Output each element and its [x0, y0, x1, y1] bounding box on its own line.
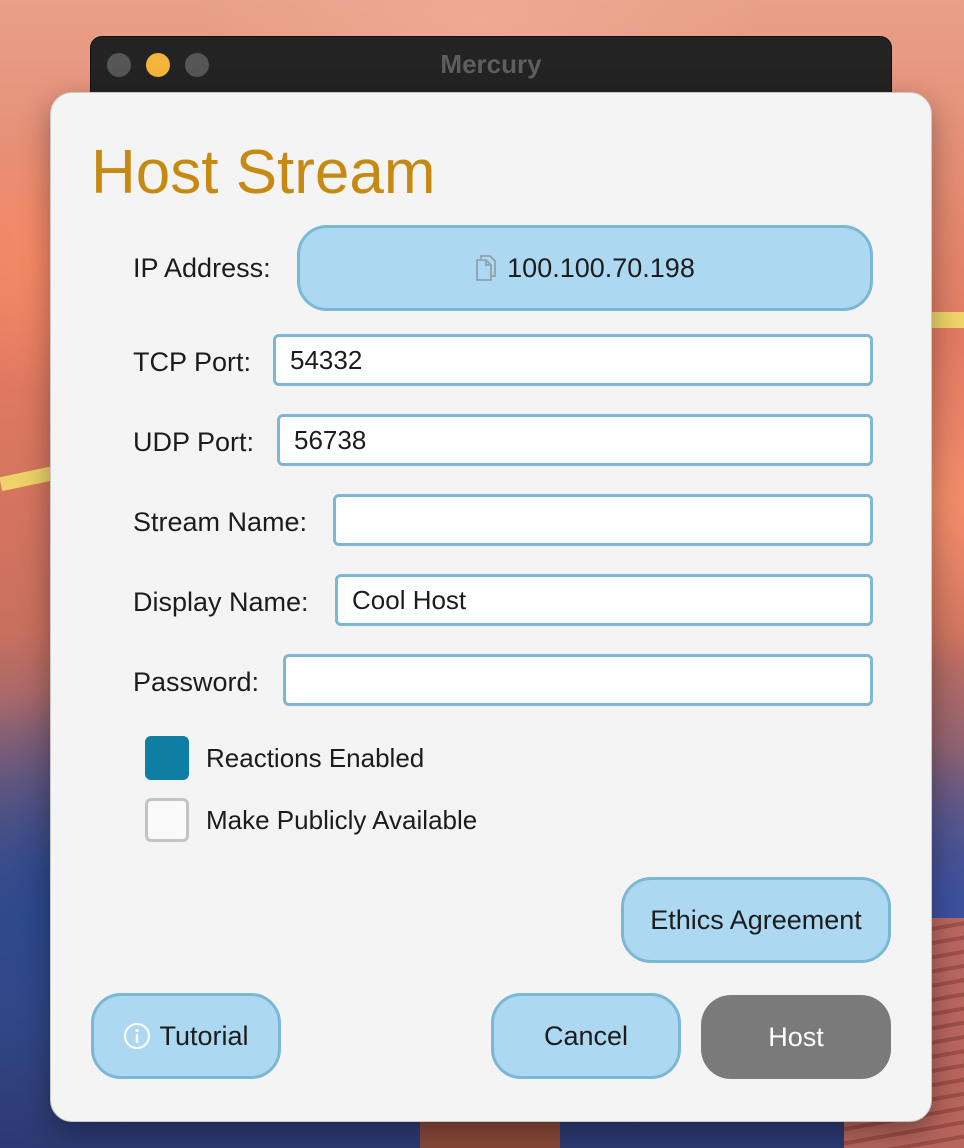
display-name-label: Display Name: [133, 587, 309, 617]
window-title: Mercury [440, 49, 542, 79]
info-icon [124, 1023, 151, 1049]
make-public-checkbox[interactable] [145, 798, 189, 842]
tcp-port-input[interactable] [273, 334, 873, 386]
stream-name-input[interactable] [333, 494, 873, 546]
display-name-input[interactable] [335, 574, 873, 626]
copy-icon [476, 255, 497, 281]
make-public-label: Make Publicly Available [206, 804, 478, 835]
udp-port-input[interactable] [277, 414, 873, 466]
ethics-agreement-button[interactable]: Ethics Agreement [621, 877, 891, 963]
reactions-enabled-row[interactable]: Reactions Enabled [145, 736, 424, 780]
host-label: Host [768, 1021, 824, 1052]
password-input[interactable] [283, 654, 873, 706]
ip-address-value: 100.100.70.198 [507, 252, 695, 283]
ethics-agreement-label: Ethics Agreement [650, 904, 862, 935]
reactions-enabled-checkbox[interactable] [145, 736, 189, 780]
background-roof [420, 1118, 560, 1148]
cancel-button[interactable]: Cancel [491, 993, 681, 1079]
host-stream-dialog: Host Stream IP Address: 100.100.70.198 T… [50, 92, 932, 1122]
dialog-title: Host Stream [91, 138, 436, 207]
host-button[interactable]: Host [701, 995, 891, 1079]
tcp-port-label: TCP Port: [133, 347, 252, 377]
make-public-row[interactable]: Make Publicly Available [145, 798, 477, 842]
tutorial-button[interactable]: Tutorial [91, 993, 281, 1079]
udp-port-label: UDP Port: [133, 427, 255, 457]
ip-address-label: IP Address: [133, 253, 271, 283]
stream-name-label: Stream Name: [133, 507, 308, 537]
tutorial-label: Tutorial [159, 1020, 249, 1051]
copy-ip-button[interactable]: 100.100.70.198 [297, 225, 873, 311]
reactions-enabled-label: Reactions Enabled [206, 742, 425, 773]
cancel-label: Cancel [543, 1020, 629, 1051]
password-label: Password: [133, 667, 260, 697]
